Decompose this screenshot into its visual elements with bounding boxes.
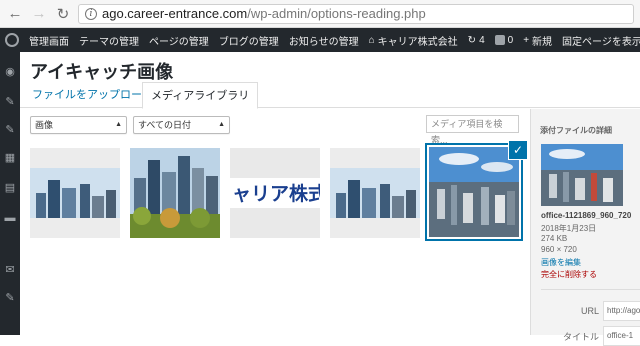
adminbar-themes[interactable]: テーマの管理 (74, 28, 144, 52)
plus-icon: + (523, 34, 530, 46)
title-field[interactable]: office-1 (603, 326, 640, 346)
media-thumbnail[interactable] (130, 148, 220, 238)
attachment-details-sidebar: 添付ファイルの詳細 office-1121869_960_720 2018年1月… (530, 109, 640, 346)
media-thumbnail[interactable]: ャリア株式 (230, 148, 320, 238)
media-thumbnail[interactable] (30, 148, 120, 238)
wp-logo-icon[interactable] (0, 28, 24, 52)
delete-permanently-link[interactable]: 完全に削除する (541, 269, 597, 280)
home-icon: ⌂ (368, 34, 375, 46)
adminbar-view-page[interactable]: 固定ページを表示 (557, 28, 640, 52)
modal-title: アイキャッチ画像 (30, 62, 174, 82)
attachment-details-title: 添付ファイルの詳細 (540, 126, 612, 135)
attachment-filesize: 274 KB (541, 234, 568, 243)
back-arrow-icon[interactable]: ← (6, 5, 24, 23)
city-skyline-trees-image (130, 148, 220, 238)
reload-icon[interactable]: ↻ (54, 5, 72, 23)
comments-icon[interactable]: ▬ (4, 212, 16, 224)
media-thumbnail-selected[interactable] (429, 147, 519, 237)
url-field[interactable]: http://ago (603, 301, 640, 321)
edit-image-link[interactable]: 画像を編集 (541, 257, 581, 268)
adminbar-pages[interactable]: ページの管理 (144, 28, 214, 52)
adminbar-updates[interactable]: ↻ 4 (463, 28, 490, 52)
filter-type-select[interactable]: 画像 ▲ (30, 116, 127, 134)
title-label: タイトル (562, 332, 599, 342)
pin-icon[interactable]: ✎ (4, 96, 16, 108)
modal-tabs: ファイルをアップロード メディアライブラリ (20, 82, 640, 109)
attachment-date: 2018年1月23日 (541, 224, 597, 233)
media-thumbnail[interactable] (330, 148, 420, 238)
city-aerial-image (429, 147, 519, 237)
city-skyline-image (30, 148, 120, 238)
url-path: /wp-admin/options-reading.php (247, 6, 426, 21)
updown-arrows-icon: ▲ (218, 121, 225, 128)
pin-icon[interactable]: ✎ (4, 124, 16, 136)
url-label: URL (580, 306, 599, 316)
wp-admin-bar: 管理画面 テーマの管理 ページの管理 ブログの管理 お知らせの管理 ⌂ キャリア株… (0, 28, 640, 52)
media-search-input[interactable]: メディア項目を検索... (426, 115, 519, 145)
browser-toolbar: ← → ↻ i ago.career-entrance.com/wp-admin… (0, 0, 640, 28)
checkmark-icon[interactable]: ✓ (509, 141, 527, 159)
updates-icon: ↻ (467, 34, 477, 46)
thumb-logo-text: ャリア株式 (232, 182, 320, 205)
dashboard-icon[interactable]: ◉ (4, 66, 16, 78)
company-logo-text-image: ャリア株式 (230, 148, 320, 238)
adminbar-new[interactable]: + 新規 (518, 28, 557, 52)
address-bar[interactable]: i ago.career-entrance.com/wp-admin/optio… (78, 3, 634, 24)
url-host: ago.career-entrance.com (102, 6, 248, 21)
info-icon[interactable]: i (85, 7, 97, 20)
settings-icon[interactable]: ✉ (4, 264, 16, 276)
adminbar-notices[interactable]: お知らせの管理 (284, 28, 364, 52)
updown-arrows-icon: ▲ (115, 121, 122, 128)
attachment-preview (541, 144, 623, 206)
adminbar-comments[interactable]: 0 (490, 28, 519, 52)
adminbar-site-name[interactable]: ⌂ キャリア株式会社 (364, 28, 463, 52)
tools-icon[interactable]: ✎ (4, 292, 16, 304)
admin-sidebar-menu: ◉ ✎ ✎ ▦ ▤ ▬ ✉ ✎ (0, 52, 20, 335)
comment-icon (494, 35, 505, 45)
pages-icon[interactable]: ▤ (4, 182, 16, 194)
city-skyline-image (330, 148, 420, 238)
sidebar-divider (541, 289, 640, 290)
city-aerial-image (541, 144, 623, 206)
tab-media-library[interactable]: メディアライブラリ (142, 82, 259, 109)
filter-date-select[interactable]: すべての日付 ▲ (133, 116, 230, 134)
forward-arrow-icon[interactable]: → (30, 5, 48, 23)
adminbar-blog[interactable]: ブログの管理 (214, 28, 284, 52)
tab-upload-files[interactable]: ファイルをアップロード (24, 82, 161, 108)
attachment-filename: office-1121869_960_720 (541, 211, 632, 220)
attachment-dimensions: 960 × 720 (541, 245, 577, 254)
adminbar-dashboard[interactable]: 管理画面 (24, 28, 74, 52)
media-icon[interactable]: ▦ (4, 152, 16, 164)
